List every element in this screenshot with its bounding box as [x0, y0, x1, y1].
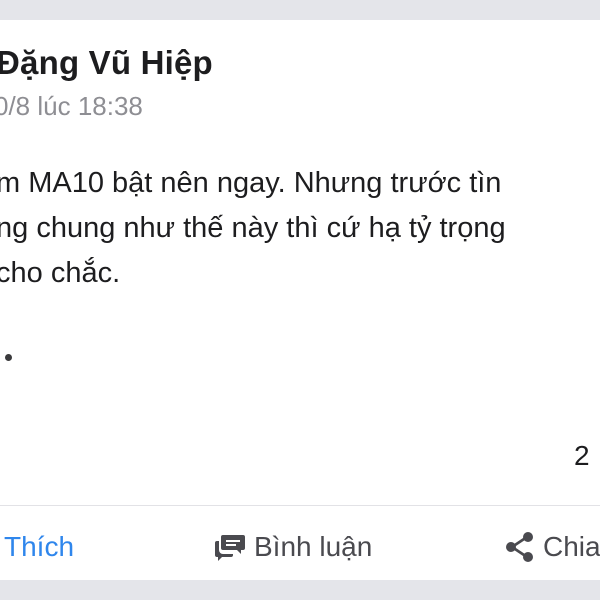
share-button[interactable]: Chia	[505, 525, 600, 569]
comment-button[interactable]: Bình luận	[214, 525, 372, 569]
comment-label: Bình luận	[254, 531, 373, 562]
share-icon	[505, 531, 535, 563]
post-body-line: m MA10 bật nên ngay. Nhưng trước tìn	[0, 167, 502, 199]
like-label: Thích	[4, 531, 75, 562]
author-name[interactable]: Đặng Vũ Hiệp	[0, 44, 213, 82]
comment-bubbles-icon	[214, 532, 246, 562]
more-dot[interactable]	[5, 354, 12, 361]
reaction-count[interactable]: 2	[574, 440, 590, 472]
post-body-line: ng chung như thế này thì cứ hạ tỷ trọng	[0, 212, 506, 244]
like-button[interactable]: Thích	[4, 525, 74, 569]
post-body-line: cho chắc.	[0, 257, 121, 289]
action-divider	[0, 505, 600, 506]
post-card: Đặng Vũ Hiệp 0/8 lúc 18:38 m MA10 bật nê…	[0, 20, 600, 580]
post-body: m MA10 bật nên ngay. Nhưng trước tìn ng …	[0, 161, 506, 296]
share-label: Chia	[543, 531, 600, 562]
post-timestamp[interactable]: 0/8 lúc 18:38	[0, 91, 143, 122]
